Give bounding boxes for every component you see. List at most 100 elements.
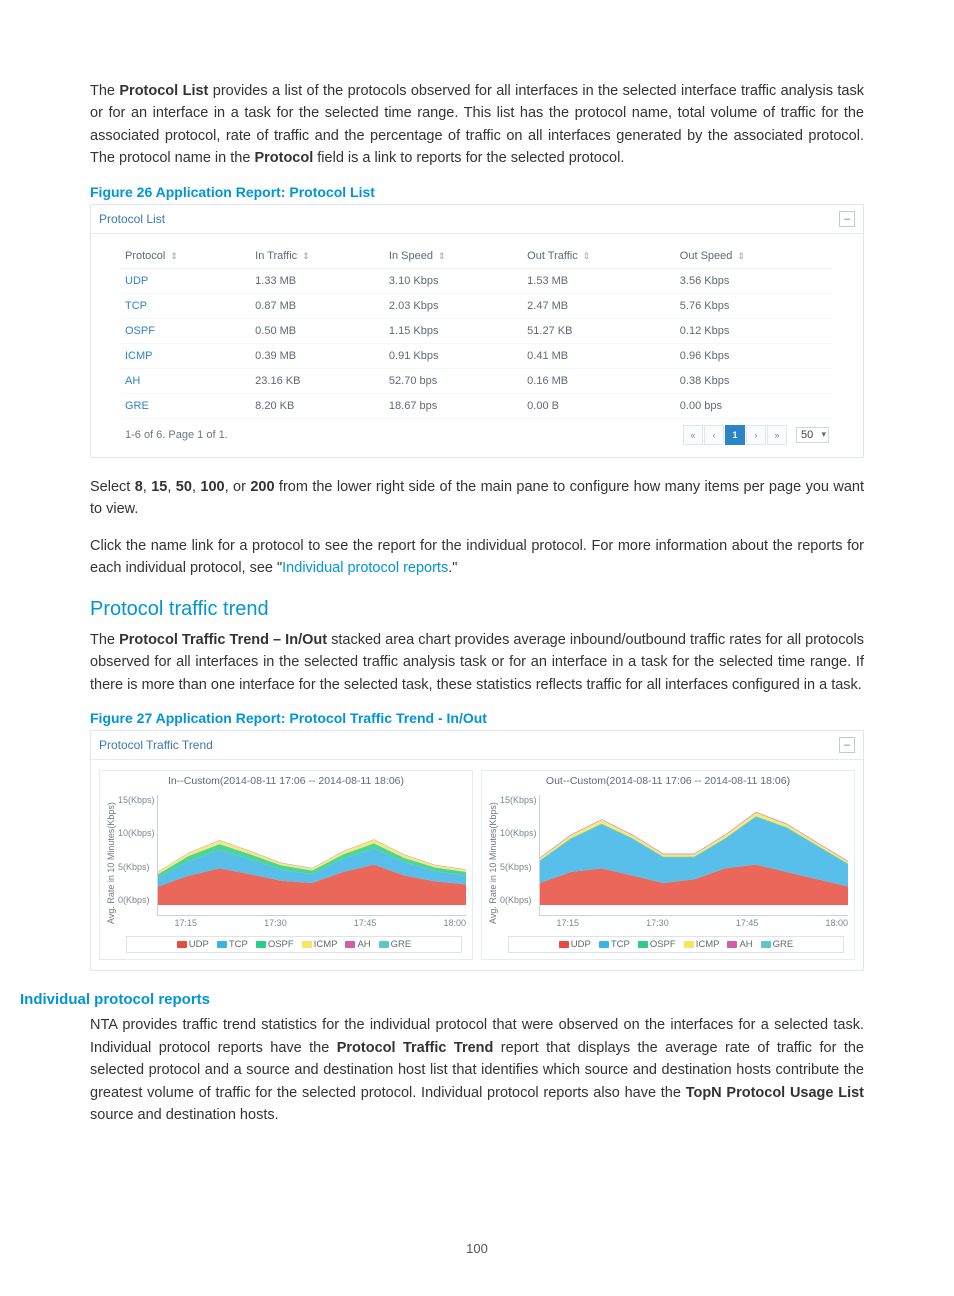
cell-in-speed: 0.91 Kbps (385, 343, 523, 368)
plot-area (539, 795, 848, 916)
figure27-caption: Figure 27 Application Report: Protocol T… (90, 710, 864, 726)
x-tick: 17:45 (736, 918, 759, 928)
protocol-link[interactable]: ICMP (121, 343, 251, 368)
cell-in-speed: 52.70 bps (385, 368, 523, 393)
protocol-traffic-trend-panel: Protocol Traffic Trend – In--Custom(2014… (90, 730, 864, 971)
table-row: ICMP0.39 MB0.91 Kbps0.41 MB0.96 Kbps (121, 343, 833, 368)
protocol-list-title: Protocol List (99, 212, 165, 226)
cell-out-traffic: 0.41 MB (523, 343, 676, 368)
legend-swatch (727, 941, 737, 948)
protocol-link[interactable]: GRE (121, 393, 251, 418)
protocol-list-table: Protocol ⇕In Traffic ⇕In Speed ⇕Out Traf… (121, 244, 833, 419)
y-axis-label: Avg. Rate in 10 Minutes(Kbps) (488, 795, 498, 932)
sort-icon: ⇕ (170, 251, 176, 262)
y-tick: 10(Kbps) (500, 828, 537, 838)
protocol-link[interactable]: AH (121, 368, 251, 393)
legend-item: GRE (379, 939, 412, 950)
legend-item: AH (345, 939, 370, 950)
cell-out-traffic: 51.27 KB (523, 318, 676, 343)
cell-in-traffic: 8.20 KB (251, 393, 385, 418)
y-tick: 0(Kbps) (500, 895, 537, 905)
cell-out-speed: 0.00 bps (676, 393, 833, 418)
pager-current[interactable]: 1 (725, 425, 745, 445)
chart-title: In--Custom(2014-08-11 17:06 -- 2014-08-1… (100, 771, 472, 795)
plot-area (157, 795, 466, 916)
legend-swatch (302, 941, 312, 948)
x-tick: 17:45 (354, 918, 377, 928)
table-range-text: 1-6 of 6. Page 1 of 1. (125, 429, 228, 441)
legend-item: UDP (177, 939, 209, 950)
y-tick: 15(Kbps) (500, 795, 537, 805)
cell-in-speed: 1.15 Kbps (385, 318, 523, 343)
individual-reports-paragraph: NTA provides traffic trend statistics fo… (90, 1014, 864, 1126)
legend-item: AH (727, 939, 752, 950)
legend-item: OSPF (256, 939, 294, 950)
collapse-icon[interactable]: – (839, 737, 855, 753)
sort-icon: ⇕ (737, 251, 743, 262)
legend-swatch (217, 941, 227, 948)
y-tick: 0(Kbps) (118, 895, 155, 905)
pager-prev[interactable]: ‹ (704, 425, 724, 445)
cell-out-speed: 0.12 Kbps (676, 318, 833, 343)
legend-swatch (638, 941, 648, 948)
cell-out-traffic: 0.16 MB (523, 368, 676, 393)
pager: « ‹ 1 › » 50 (683, 425, 829, 445)
legend-item: UDP (559, 939, 591, 950)
column-header[interactable]: In Speed ⇕ (385, 244, 523, 269)
table-row: AH23.16 KB52.70 bps0.16 MB0.38 Kbps (121, 368, 833, 393)
y-axis-label: Avg. Rate in 10 Minutes(Kbps) (106, 795, 116, 932)
column-header[interactable]: Protocol ⇕ (121, 244, 251, 269)
legend-swatch (379, 941, 389, 948)
page-number: 100 (0, 1241, 954, 1256)
sort-icon: ⇕ (438, 251, 444, 262)
protocol-traffic-trend-heading: Protocol traffic trend (90, 598, 864, 621)
cell-out-traffic: 2.47 MB (523, 293, 676, 318)
chart-in: In--Custom(2014-08-11 17:06 -- 2014-08-1… (99, 770, 473, 960)
legend-swatch (345, 941, 355, 948)
pager-first[interactable]: « (683, 425, 703, 445)
legend-swatch (599, 941, 609, 948)
legend-swatch (761, 941, 771, 948)
legend-swatch (559, 941, 569, 948)
column-header[interactable]: Out Speed ⇕ (676, 244, 833, 269)
legend-item: TCP (217, 939, 248, 950)
y-tick: 10(Kbps) (118, 828, 155, 838)
y-tick: 5(Kbps) (118, 862, 155, 872)
chart-out: Out--Custom(2014-08-11 17:06 -- 2014-08-… (481, 770, 855, 960)
legend-swatch (177, 941, 187, 948)
cell-in-speed: 18.67 bps (385, 393, 523, 418)
cell-out-speed: 0.38 Kbps (676, 368, 833, 393)
figure26-caption: Figure 26 Application Report: Protocol L… (90, 184, 864, 200)
chart-title: Out--Custom(2014-08-11 17:06 -- 2014-08-… (482, 771, 854, 795)
y-tick: 5(Kbps) (500, 862, 537, 872)
legend-item: TCP (599, 939, 630, 950)
column-header[interactable]: In Traffic ⇕ (251, 244, 385, 269)
table-row: GRE8.20 KB18.67 bps0.00 B0.00 bps (121, 393, 833, 418)
individual-reports-heading: Individual protocol reports (20, 991, 864, 1008)
cell-in-speed: 2.03 Kbps (385, 293, 523, 318)
table-row: UDP1.33 MB3.10 Kbps1.53 MB3.56 Kbps (121, 268, 833, 293)
column-header[interactable]: Out Traffic ⇕ (523, 244, 676, 269)
protocol-link[interactable]: UDP (121, 268, 251, 293)
protocol-link[interactable]: TCP (121, 293, 251, 318)
pager-last[interactable]: » (767, 425, 787, 445)
click-paragraph: Click the name link for a protocol to se… (90, 535, 864, 580)
cell-in-traffic: 0.87 MB (251, 293, 385, 318)
cell-out-speed: 3.56 Kbps (676, 268, 833, 293)
y-tick: 15(Kbps) (118, 795, 155, 805)
pager-next[interactable]: › (746, 425, 766, 445)
legend-item: OSPF (638, 939, 676, 950)
cell-out-traffic: 1.53 MB (523, 268, 676, 293)
protocol-link[interactable]: OSPF (121, 318, 251, 343)
select-paragraph: Select 8, 15, 50, 100, or 200 from the l… (90, 476, 864, 521)
page-size-select[interactable]: 50 (796, 427, 829, 443)
legend-swatch (684, 941, 694, 948)
x-tick: 18:00 (443, 918, 466, 928)
trend-panel-title: Protocol Traffic Trend (99, 738, 213, 752)
individual-reports-link[interactable]: Individual protocol reports (282, 560, 448, 576)
cell-in-speed: 3.10 Kbps (385, 268, 523, 293)
intro-paragraph: The Protocol List provides a list of the… (90, 80, 864, 170)
x-tick: 17:15 (557, 918, 580, 928)
collapse-icon[interactable]: – (839, 211, 855, 227)
cell-in-traffic: 0.39 MB (251, 343, 385, 368)
